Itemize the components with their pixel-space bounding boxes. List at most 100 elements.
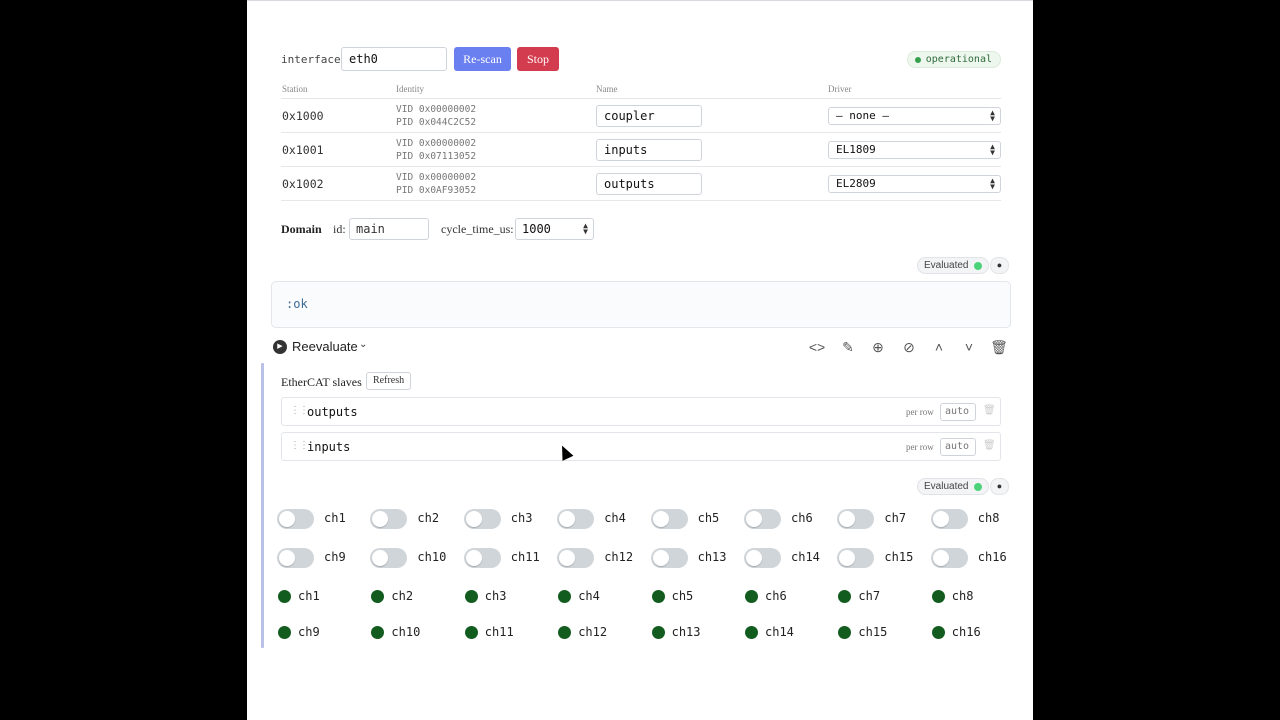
led-label: ch10 — [391, 625, 421, 639]
channel-led: ch10 — [370, 622, 463, 642]
channel-led: ch3 — [464, 586, 557, 606]
toggle-switch[interactable] — [370, 548, 408, 568]
led-icon — [745, 626, 758, 639]
channel-switch[interactable]: ch10 — [370, 546, 463, 570]
led-label: ch3 — [484, 589, 507, 603]
header-station: Station — [282, 84, 308, 94]
evaluated-dot-icon — [974, 483, 983, 491]
drag-handle-icon[interactable]: ⋮⋮ — [290, 440, 309, 451]
trash-icon[interactable]: 🗑 — [989, 337, 1009, 357]
toggle-switch[interactable] — [744, 548, 781, 568]
led-icon — [464, 626, 478, 639]
driver-value: EL1809 — [836, 143, 876, 156]
driver-select[interactable]: — none — ▲ ▼ — [828, 107, 1001, 125]
link-icon[interactable]: ⊘ — [899, 337, 919, 357]
drag-handle-icon[interactable]: ⋮⋮ — [290, 405, 309, 416]
interface-label: interface — [281, 53, 341, 66]
switch-label: ch9 — [324, 550, 346, 564]
channel-switch[interactable]: ch11 — [463, 546, 557, 570]
identity-cell: VID 0x00000002 PID 0x0AF93052 — [396, 171, 476, 197]
refresh-button[interactable]: Refresh — [366, 372, 412, 390]
name-input[interactable]: outputs — [596, 173, 702, 195]
channel-switch[interactable]: ch6 — [744, 507, 837, 531]
domain-title: Domain — [281, 222, 322, 236]
vid-text: VID 0x00000002 — [396, 138, 477, 149]
domain-id-input[interactable]: main — [349, 218, 429, 240]
stop-button[interactable]: Stop — [517, 47, 559, 71]
remove-icon[interactable]: 🗑 — [983, 405, 996, 416]
channel-switch[interactable]: ch16 — [930, 546, 1024, 570]
channel-switch[interactable]: ch1 — [277, 507, 370, 531]
channel-switch[interactable]: ch7 — [837, 507, 930, 531]
toggle-knob — [559, 511, 576, 527]
per-row-select[interactable]: auto — [940, 438, 976, 456]
cell-output: :ok — [271, 281, 1011, 328]
arrow-down-icon[interactable]: ˅ — [959, 337, 979, 357]
toggle-switch[interactable] — [837, 509, 875, 529]
driver-select[interactable]: EL2809 ▲ ▼ — [828, 175, 1001, 193]
input-led-row: ch1 ch2 ch3 ch4 ch5 ch6 ch7 ch8 — [277, 586, 1017, 610]
toggle-knob — [372, 550, 389, 566]
toggle-switch[interactable] — [463, 548, 501, 568]
led-icon — [931, 590, 945, 603]
toggle-switch[interactable] — [557, 509, 595, 529]
code-icon[interactable]: <> — [807, 337, 827, 357]
toggle-switch[interactable] — [463, 509, 501, 529]
channel-switch[interactable]: ch9 — [277, 546, 370, 570]
cycle-time-input[interactable]: 1000 ▲ ▼ — [515, 218, 594, 240]
toggle-switch[interactable] — [650, 548, 688, 568]
channel-switch[interactable]: ch4 — [557, 507, 650, 531]
evaluated-dot-icon — [974, 262, 983, 270]
evaluated-label: Evaluated — [924, 481, 969, 492]
toggle-knob — [932, 550, 949, 566]
zoom-icon[interactable]: ⊕ — [868, 337, 888, 357]
toggle-knob — [559, 550, 576, 566]
toggle-switch[interactable] — [744, 509, 781, 529]
remove-icon[interactable]: 🗑 — [983, 440, 996, 451]
list-item[interactable]: ⋮⋮ outputs per row auto 🗑 — [281, 397, 1001, 426]
toggle-knob — [279, 550, 295, 566]
channel-led: ch4 — [557, 586, 650, 606]
pencil-icon[interactable]: ✎ — [838, 337, 858, 357]
toggle-switch[interactable] — [277, 509, 314, 529]
toggle-knob — [932, 511, 949, 527]
name-input[interactable]: inputs — [596, 139, 702, 161]
toggle-switch[interactable] — [557, 548, 595, 568]
channel-switch[interactable]: ch15 — [837, 546, 930, 570]
channel-switch[interactable]: ch12 — [557, 546, 650, 570]
channel-switch[interactable]: ch14 — [744, 546, 837, 570]
switch-label: ch8 — [977, 511, 1000, 525]
list-item[interactable]: ⋮⋮ inputs per row auto 🗑 — [281, 432, 1001, 461]
droplet-icon[interactable]: ● — [990, 257, 1009, 274]
per-row-select[interactable]: auto — [940, 403, 976, 421]
toggle-switch[interactable] — [370, 509, 408, 529]
led-label: ch6 — [765, 589, 787, 603]
channel-switch[interactable]: ch5 — [650, 507, 744, 531]
toggle-knob — [465, 550, 482, 566]
led-icon — [558, 626, 572, 639]
channel-led: ch8 — [931, 586, 1024, 606]
channel-switch[interactable]: ch2 — [370, 507, 463, 531]
header-name: Name — [596, 84, 618, 94]
toggle-switch[interactable] — [837, 548, 875, 568]
station-cell: 0x1002 — [282, 177, 324, 191]
led-label: ch1 — [298, 589, 320, 603]
select-caret-icon: ▲ ▼ — [990, 142, 995, 157]
toggle-switch[interactable] — [930, 548, 968, 568]
arrow-up-icon[interactable]: ˄ — [929, 337, 949, 357]
channel-switch[interactable]: ch13 — [650, 546, 744, 570]
channel-switch[interactable]: ch8 — [930, 507, 1024, 531]
toggle-switch[interactable] — [277, 548, 314, 568]
name-input[interactable]: coupler — [596, 105, 702, 127]
toggle-switch[interactable] — [930, 509, 968, 529]
header-identity: Identity — [396, 84, 424, 94]
led-label: ch4 — [578, 589, 600, 603]
rescan-button[interactable]: Re-scan — [454, 47, 511, 71]
channel-switch[interactable]: ch3 — [463, 507, 557, 531]
interface-input[interactable]: eth0 — [341, 47, 447, 71]
chevron-down-icon[interactable]: ⌄ — [359, 339, 367, 350]
driver-select[interactable]: EL1809 ▲ ▼ — [828, 141, 1001, 159]
switch-label: ch13 — [697, 550, 727, 564]
toggle-switch[interactable] — [650, 509, 688, 529]
droplet-icon[interactable]: ● — [990, 478, 1009, 495]
